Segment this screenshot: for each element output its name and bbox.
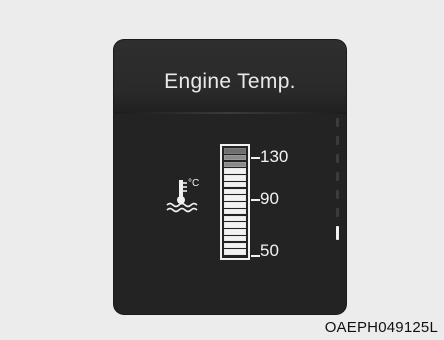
scale-label-50: 50 — [260, 241, 279, 260]
gauge-segment — [224, 202, 246, 208]
gauge-segment — [224, 242, 246, 248]
gauge-segment — [224, 249, 246, 255]
scale-tick-90 — [251, 199, 260, 201]
gauge-segment — [224, 195, 246, 201]
gauge-segment — [224, 148, 246, 154]
scroll-tick — [336, 118, 339, 127]
gauge-segment — [224, 188, 246, 194]
gauge-segment — [224, 208, 246, 215]
display-title: Engine Temp. — [164, 70, 296, 93]
image-caption: OAEPH049125L — [324, 319, 438, 336]
unit-label: °C — [188, 178, 199, 189]
gauge-segment — [224, 161, 246, 167]
gauge-segment — [224, 235, 246, 242]
gauge-segment — [224, 181, 246, 188]
scale-label-90: 90 — [260, 189, 279, 208]
scroll-tick — [336, 190, 339, 199]
gauge-segment — [224, 168, 246, 174]
gauge-segment — [224, 175, 246, 181]
gauge-segment — [224, 215, 246, 221]
scale-label-130: 130 — [260, 147, 289, 166]
coolant-temperature-icon: °C — [166, 178, 199, 213]
gauge-segment — [224, 229, 246, 235]
scale-tick-50 — [251, 255, 260, 257]
scroll-tick — [336, 154, 339, 163]
gauge-segment — [224, 222, 246, 228]
scroll-tick — [336, 136, 339, 145]
header-divider — [114, 112, 346, 114]
scale-tick-130 — [251, 157, 260, 159]
engine-temp-display: Engine Temp. °C 130 90 50 — [114, 40, 346, 314]
side-scroll-indicator — [336, 118, 342, 248]
temperature-bar-gauge — [220, 144, 250, 260]
gauge-segment — [224, 154, 246, 161]
scroll-tick — [336, 208, 339, 217]
scroll-tick — [336, 172, 339, 181]
scroll-tick-active — [336, 226, 339, 240]
